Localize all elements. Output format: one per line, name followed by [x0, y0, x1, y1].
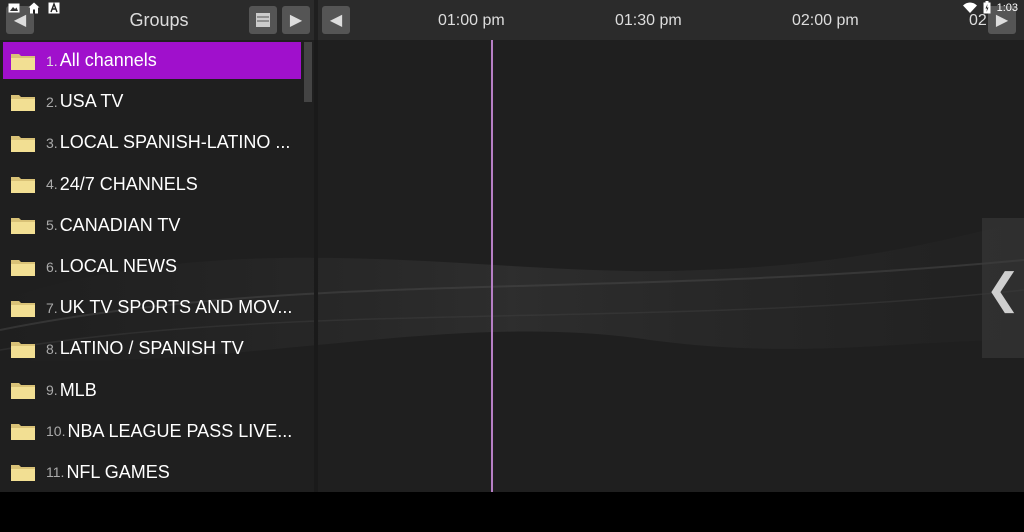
folder-icon: [11, 53, 35, 70]
group-item[interactable]: 11. NFL GAMES: [0, 452, 318, 493]
group-item[interactable]: 1. All channels: [0, 40, 318, 81]
group-item-number: 9.: [46, 382, 58, 399]
group-item[interactable]: 7. UK TV SPORTS AND MOV...: [0, 287, 318, 328]
group-item-label: 24/7 CHANNELS: [59, 173, 198, 194]
group-item-number: 7.: [46, 299, 58, 316]
group-item[interactable]: 3. LOCAL SPANISH-LATINO ...: [0, 122, 318, 163]
group-item[interactable]: 4. 24/7 CHANNELS: [0, 164, 318, 205]
list-scrollbar[interactable]: [304, 42, 312, 102]
side-panel-handle[interactable]: ❮: [982, 218, 1024, 358]
group-item-number: 3.: [46, 134, 58, 151]
group-item-number: 4.: [46, 176, 58, 193]
folder-icon: [11, 135, 35, 152]
group-item-label: CANADIAN TV: [59, 214, 181, 235]
list-view-button[interactable]: [249, 6, 277, 34]
group-item-number: 2.: [46, 93, 58, 110]
group-item-label: NBA LEAGUE PASS LIVE...: [67, 420, 293, 441]
group-item[interactable]: 10. NBA LEAGUE PASS LIVE...: [0, 411, 318, 452]
panel-divider: [314, 40, 318, 492]
time-label: 02:00 pm: [792, 12, 859, 29]
group-item-label: LOCAL NEWS: [59, 256, 178, 277]
group-item[interactable]: 6. LOCAL NEWS: [0, 246, 318, 287]
system-nav-bar: [0, 492, 1024, 532]
group-item-number: 8.: [46, 340, 58, 357]
group-item-number: 5.: [46, 217, 58, 234]
folder-icon: [11, 424, 35, 441]
group-item-label: LATINO / SPANISH TV: [59, 338, 244, 359]
group-item[interactable]: 9. MLB: [0, 370, 318, 411]
groups-list: 1. All channels 2. USA TV 3. LOCAL SPANISH-LA…: [0, 40, 318, 492]
time-label: 02: [969, 12, 987, 29]
folder-icon: [11, 383, 35, 400]
folder-icon: [11, 300, 35, 317]
folder-icon: [11, 465, 35, 482]
group-item[interactable]: 2. USA TV: [0, 81, 318, 122]
group-item-number: 6.: [46, 258, 58, 275]
time-label: 01:00 pm: [438, 12, 505, 29]
next-button[interactable]: ▶: [282, 6, 310, 34]
current-time-indicator: [491, 40, 493, 492]
folder-icon: [11, 341, 35, 358]
group-item-number: 11.: [46, 464, 65, 481]
group-item-number: 1.: [46, 52, 58, 69]
folder-icon: [11, 218, 35, 235]
timeline-header: ◀ 01:00 pm 01:30 pm 02:00 pm 02 ▶: [318, 0, 1024, 40]
group-item-label: USA TV: [59, 91, 124, 112]
folder-icon: [11, 94, 35, 111]
group-item-label: UK TV SPORTS AND MOV...: [59, 297, 293, 318]
group-item-label: LOCAL SPANISH-LATINO ...: [59, 132, 291, 153]
timeline-next-button[interactable]: ▶: [988, 6, 1016, 34]
time-label: 01:30 pm: [615, 12, 682, 29]
list-view-icon: [256, 13, 270, 27]
folder-icon: [11, 177, 35, 194]
group-item-number: 10.: [46, 423, 66, 440]
folder-icon: [11, 259, 35, 276]
group-item[interactable]: 5. CANADIAN TV: [0, 205, 318, 246]
timeline-prev-button[interactable]: ◀: [322, 6, 350, 34]
group-item[interactable]: 8. LATINO / SPANISH TV: [0, 328, 318, 369]
chevron-left-icon: ❮: [985, 264, 1021, 312]
groups-header: ◀ Groups ▶: [0, 0, 314, 40]
group-item-label: MLB: [59, 379, 97, 400]
group-item-label: All channels: [59, 50, 157, 71]
group-item-label: NFL GAMES: [66, 461, 170, 482]
